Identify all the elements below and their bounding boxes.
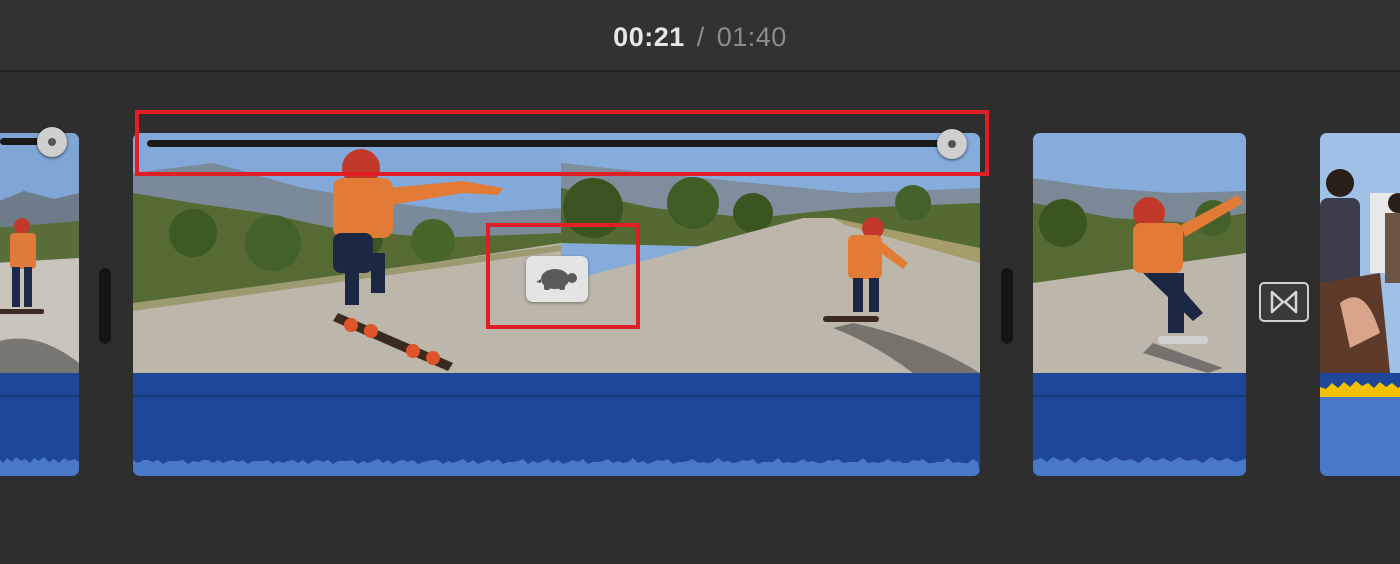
video-clip-right[interactable] (1320, 133, 1400, 476)
transition-icon[interactable] (1259, 282, 1309, 322)
audio-waveform (133, 373, 980, 476)
viewer-toolbar: 00:21 / 01:40 (0, 0, 1400, 72)
audio-waveform (1320, 373, 1400, 476)
speed-slider-highlight (135, 110, 989, 176)
timecode-display: 00:21 / 01:40 (0, 22, 1400, 53)
video-clip-left[interactable] (0, 133, 79, 476)
total-duration: 01:40 (716, 22, 787, 52)
trim-handle-right[interactable] (1001, 268, 1013, 344)
current-time: 00:21 (613, 22, 685, 52)
speed-slider-handle-left[interactable] (37, 127, 67, 157)
clip-thumbnail (1033, 133, 1246, 373)
audio-waveform (0, 373, 79, 476)
trim-handle-left[interactable] (99, 268, 111, 344)
timecode-separator: / (696, 22, 705, 52)
clip-thumbnail (1320, 133, 1400, 373)
clip-thumbnail (0, 133, 79, 373)
timeline[interactable] (0, 72, 1400, 564)
bowtie-glyph (1270, 290, 1298, 314)
video-clip-third[interactable] (1033, 133, 1246, 476)
speed-indicator-highlight (486, 223, 640, 329)
audio-waveform (1033, 373, 1246, 476)
